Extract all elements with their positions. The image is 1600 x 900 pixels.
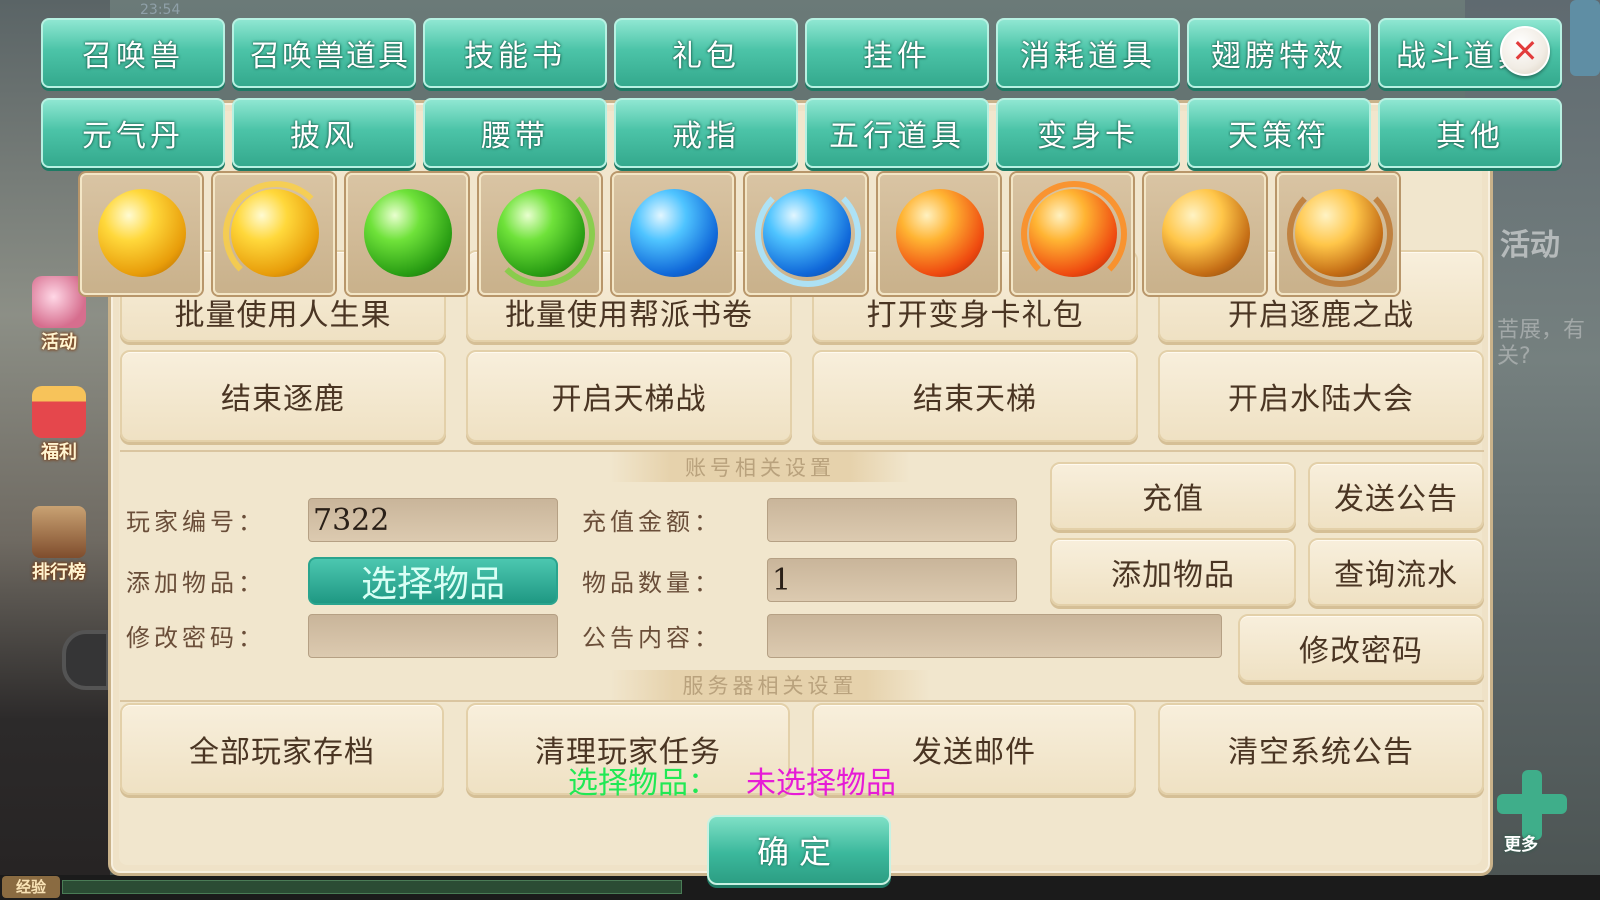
tab-belt[interactable]: 腰带 bbox=[423, 98, 607, 168]
right-scroll-tab[interactable] bbox=[1570, 0, 1600, 76]
recharge-button[interactable]: 充值 bbox=[1050, 462, 1296, 530]
gold-orb-icon bbox=[98, 189, 186, 277]
item-slot[interactable] bbox=[80, 173, 202, 295]
tab-transform-card[interactable]: 变身卡 bbox=[996, 98, 1180, 168]
item-slot[interactable] bbox=[745, 173, 867, 295]
ranking-side-label: 排行榜 bbox=[32, 562, 86, 583]
recharge-amount-label: 充值金额： bbox=[582, 508, 722, 536]
item-count-input[interactable]: 1 bbox=[767, 558, 1017, 602]
fire-orb-icon bbox=[896, 189, 984, 277]
selected-item-status-value: 未选择物品 bbox=[746, 766, 896, 801]
gift-icon bbox=[32, 386, 86, 438]
tab-tiance-talisman[interactable]: 天策符 bbox=[1187, 98, 1371, 168]
gm-btn-start-shuilu[interactable]: 开启水陆大会 bbox=[1158, 350, 1484, 442]
close-icon: ✕ bbox=[1511, 32, 1539, 70]
item-slot[interactable] bbox=[346, 173, 468, 295]
tab-cloak[interactable]: 披风 bbox=[232, 98, 416, 168]
add-item-label: 添加物品： bbox=[126, 569, 266, 597]
activity-icon bbox=[32, 276, 86, 328]
exp-bar-fill bbox=[62, 880, 682, 894]
tab-other[interactable]: 其他 bbox=[1378, 98, 1562, 168]
item-slot[interactable] bbox=[1144, 173, 1266, 295]
item-slot[interactable] bbox=[479, 173, 601, 295]
chat-button[interactable] bbox=[62, 630, 110, 690]
item-slot[interactable] bbox=[1011, 173, 1133, 295]
exp-label: 经验 bbox=[2, 876, 60, 898]
server-section-title: 服务器相关设置 bbox=[610, 670, 930, 700]
send-notice-button[interactable]: 发送公告 bbox=[1308, 462, 1484, 530]
notice-content-label: 公告内容： bbox=[582, 624, 722, 652]
clock-text: 23:54 bbox=[140, 2, 181, 18]
ranking-icon bbox=[32, 506, 86, 558]
tab-yuanqi-pill[interactable]: 元气丹 bbox=[41, 98, 225, 168]
tab-ring[interactable]: 戒指 bbox=[614, 98, 798, 168]
tab-skill-book[interactable]: 技能书 bbox=[423, 18, 607, 88]
gm-btn-end-zhulu[interactable]: 结束逐鹿 bbox=[120, 350, 446, 442]
account-section-title: 账号相关设置 bbox=[610, 452, 910, 482]
recharge-amount-input[interactable] bbox=[767, 498, 1017, 542]
player-id-label: 玩家编号： bbox=[126, 508, 266, 536]
change-password-label: 修改密码： bbox=[126, 624, 266, 652]
tab-summon-beast[interactable]: 召唤兽 bbox=[41, 18, 225, 88]
gm-btn-start-ladder[interactable]: 开启天梯战 bbox=[466, 350, 792, 442]
right-hint-text: 苦展，有关? bbox=[1497, 318, 1586, 369]
welfare-side-button[interactable]: 福利 bbox=[14, 380, 104, 470]
tab-pendant[interactable]: 挂件 bbox=[805, 18, 989, 88]
save-all-players-button[interactable]: 全部玩家存档 bbox=[120, 703, 444, 795]
change-password-button[interactable]: 修改密码 bbox=[1238, 614, 1484, 682]
item-slot[interactable] bbox=[1277, 173, 1399, 295]
tab-wing-effects[interactable]: 翅膀特效 bbox=[1187, 18, 1371, 88]
more-label: 更多 bbox=[1504, 835, 1538, 855]
right-activity-label: 活动 bbox=[1500, 228, 1560, 263]
query-flow-button[interactable]: 查询流水 bbox=[1308, 538, 1484, 606]
green-orb-icon bbox=[364, 189, 452, 277]
activity-side-label: 活动 bbox=[41, 332, 77, 353]
player-id-input[interactable]: 7322 bbox=[308, 498, 558, 542]
more-button[interactable]: 更多 bbox=[1494, 770, 1570, 856]
confirm-button[interactable]: 确定 bbox=[707, 815, 891, 885]
welfare-side-label: 福利 bbox=[41, 442, 77, 463]
tab-summon-beast-items[interactable]: 召唤兽道具 bbox=[232, 18, 416, 88]
tab-five-elements[interactable]: 五行道具 bbox=[805, 98, 989, 168]
ranking-side-button[interactable]: 排行榜 bbox=[14, 500, 104, 590]
close-button[interactable]: ✕ bbox=[1500, 26, 1550, 76]
add-item-button[interactable]: 添加物品 bbox=[1050, 538, 1296, 606]
item-slot[interactable] bbox=[213, 173, 335, 295]
selected-item-status-key: 选择物品： bbox=[568, 766, 718, 801]
notice-content-input[interactable] bbox=[767, 614, 1222, 658]
change-password-input[interactable] bbox=[308, 614, 558, 658]
tab-consumables[interactable]: 消耗道具 bbox=[996, 18, 1180, 88]
clear-system-notice-button[interactable]: 清空系统公告 bbox=[1158, 703, 1484, 795]
earth-orb-icon bbox=[1162, 189, 1250, 277]
item-count-label: 物品数量： bbox=[582, 569, 722, 597]
blue-orb-icon bbox=[630, 189, 718, 277]
selected-item-status: 选择物品： 未选择物品 bbox=[568, 758, 896, 802]
item-slot[interactable] bbox=[612, 173, 734, 295]
tab-gift-pack[interactable]: 礼包 bbox=[614, 18, 798, 88]
item-slot[interactable] bbox=[878, 173, 1000, 295]
gm-btn-end-ladder[interactable]: 结束天梯 bbox=[812, 350, 1138, 442]
select-item-button[interactable]: 选择物品 bbox=[308, 557, 558, 605]
